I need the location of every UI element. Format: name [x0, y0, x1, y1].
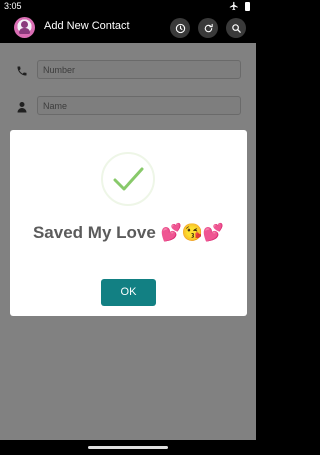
history-button[interactable]: [170, 18, 190, 38]
refresh-icon: [204, 23, 213, 32]
navigation-bar: [0, 440, 256, 455]
refresh-button[interactable]: [198, 18, 218, 38]
status-time: 3:05: [4, 1, 22, 11]
person-icon: [17, 102, 27, 113]
dialog-message: Saved My Love 💕😘💕: [32, 223, 225, 242]
search-icon: [231, 23, 241, 33]
history-icon: [175, 23, 185, 33]
name-row: Name: [0, 96, 256, 118]
app-logo-icon: [14, 17, 35, 38]
ok-button[interactable]: OK: [101, 279, 156, 306]
search-button[interactable]: [226, 18, 246, 38]
battery-icon: [245, 1, 250, 11]
success-check-icon: [101, 152, 155, 206]
airplane-mode-icon: [229, 1, 238, 11]
success-dialog: Saved My Love 💕😘💕 OK: [10, 130, 247, 316]
status-icons: [229, 1, 250, 11]
app-bar: Add New Contact: [0, 13, 256, 43]
number-field[interactable]: Number: [37, 60, 241, 79]
phone-icon: [17, 66, 27, 76]
number-row: Number: [0, 60, 256, 82]
name-field[interactable]: Name: [37, 96, 241, 115]
checkmark-icon: [113, 167, 144, 191]
home-gesture-handle[interactable]: [88, 446, 168, 449]
page-title: Add New Contact: [44, 20, 130, 32]
status-bar: 3:05: [0, 0, 256, 13]
